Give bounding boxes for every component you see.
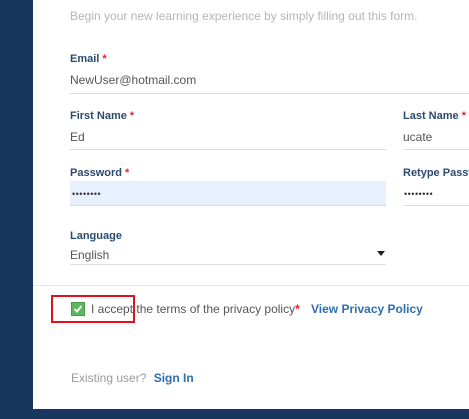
password-required-marker: * — [125, 167, 130, 179]
password-field[interactable] — [70, 181, 386, 205]
existing-user-text: Existing user? — [71, 371, 147, 385]
first-name-underline — [70, 149, 386, 150]
email-underline — [70, 93, 469, 94]
privacy-required-marker: * — [295, 302, 300, 316]
window-frame-bottom — [0, 409, 469, 419]
sign-in-link[interactable]: Sign In — [154, 371, 194, 385]
language-underline — [70, 264, 386, 265]
form-intro: Begin your new learning experience by si… — [70, 9, 418, 23]
registration-form: Begin your new learning experience by si… — [33, 0, 469, 409]
first-name-label: First Name * — [70, 110, 134, 122]
privacy-accept-label: I accept the terms of the privacy policy — [91, 302, 296, 316]
email-field[interactable]: NewUser@hotmail.com — [70, 73, 196, 87]
password-label: Password * — [70, 167, 129, 179]
chevron-down-icon[interactable] — [377, 251, 385, 256]
existing-user-row: Existing user? Sign In — [71, 371, 194, 385]
last-name-label: Last Name * — [403, 110, 466, 122]
language-label: Language — [70, 230, 122, 242]
last-name-required-marker: * — [461, 110, 466, 122]
last-name-label-text: Last Name — [403, 110, 459, 122]
view-privacy-policy-link[interactable]: View Privacy Policy — [311, 302, 423, 316]
window-frame-left — [0, 0, 33, 419]
password-value: •••••••• — [72, 189, 102, 199]
privacy-checkbox[interactable] — [71, 302, 85, 316]
retype-password-label: Retype Passw — [403, 167, 469, 179]
email-required-marker: * — [102, 53, 107, 65]
first-name-required-marker: * — [129, 110, 135, 122]
password-label-text: Password — [70, 167, 122, 179]
section-divider — [33, 285, 469, 286]
last-name-field[interactable]: ucate — [403, 130, 432, 144]
email-label: Email * — [70, 53, 107, 65]
first-name-field[interactable]: Ed — [70, 130, 85, 144]
privacy-accept-text: I accept the terms of the privacy policy… — [91, 302, 300, 316]
password-underline — [70, 205, 386, 206]
check-icon — [73, 305, 83, 313]
email-label-text: Email — [70, 53, 100, 65]
first-name-label-text: First Name — [70, 110, 127, 122]
last-name-underline — [403, 149, 469, 150]
retype-password-field[interactable]: •••••••• — [404, 189, 433, 199]
language-select[interactable]: English — [70, 248, 109, 262]
retype-password-underline — [403, 205, 469, 206]
